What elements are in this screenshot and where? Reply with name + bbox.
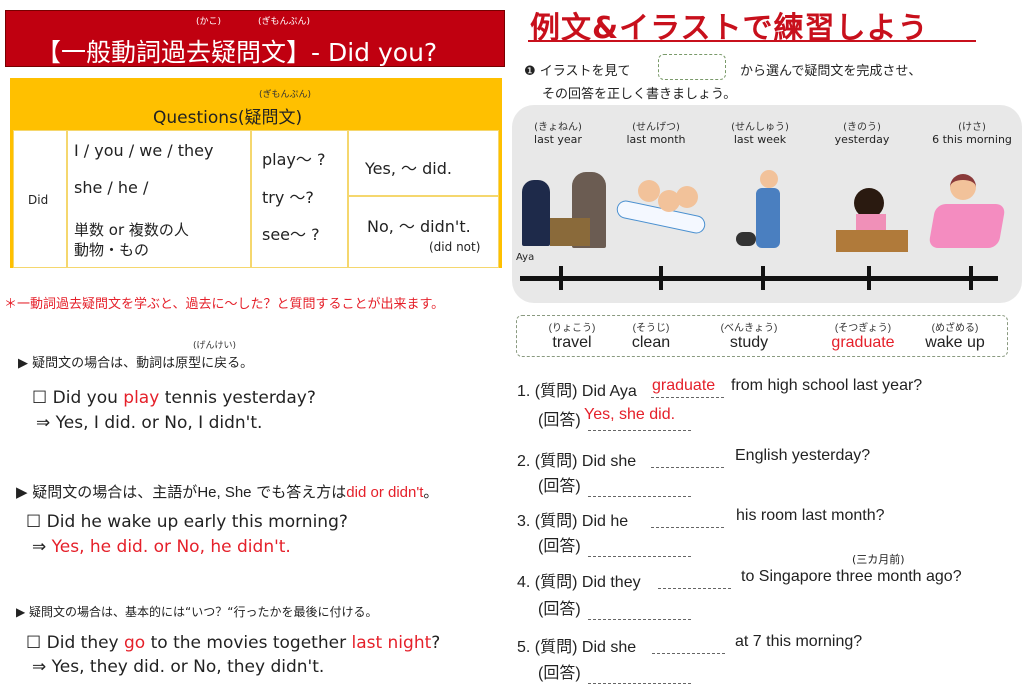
example-question-1: ☐ Did you play tennis yesterday? <box>32 388 316 408</box>
filled-answer: graduate <box>652 377 716 394</box>
example-answer-2: ⇒ Yes, he did. or No, he didn't. <box>32 537 291 557</box>
furigana: (ぎもんぷん) <box>258 17 311 27</box>
cleaning-illustration <box>736 170 796 254</box>
question-5: 5. (質問) Did she <box>517 639 637 656</box>
no-answer: No, ～ didn't. <box>367 217 471 236</box>
answer-blank[interactable] <box>588 556 691 557</box>
study-illustration <box>832 184 910 254</box>
instruction: ❶ イラストを見て <box>524 64 631 79</box>
subject: 単数 or 複数の人 <box>74 221 189 239</box>
title-banner: (かこ) (ぎもんぷん) 【一般動詞過去疑問文】- Did you? <box>5 10 505 67</box>
timeline-tick <box>867 266 871 290</box>
answer-label: (回答) <box>538 478 581 495</box>
timeline-label: (きのう) yesterday <box>834 122 890 146</box>
travel-illustration <box>615 170 708 246</box>
timeline-tick <box>559 266 563 290</box>
word-option: (りょこう) travel <box>548 323 596 351</box>
no-full: (did not) <box>429 240 481 254</box>
question-text: his room last month? <box>736 507 885 524</box>
rule-3: ▶ 疑問文の場合は、基本的には“いつ？“行ったかを最後に付ける。 <box>16 605 378 619</box>
example-question-3: ☐ Did they go to the movies together las… <box>26 633 441 653</box>
timeline-label: (せんげつ) last month <box>626 122 686 146</box>
answer-label: (回答) <box>538 538 581 555</box>
verb: see～ ? <box>262 225 320 244</box>
question-text: at 7 this morning? <box>735 633 863 650</box>
rule-1: ▶ 疑問文の場合は、動詞は原型に戻る。 <box>18 356 254 371</box>
instruction: その回答を正しく書きましょう。 <box>542 87 737 102</box>
question-text: to Singapore three month ago? <box>741 568 962 585</box>
word-option: (めざめる) wake up <box>925 323 985 351</box>
subject: she / he / <box>74 178 149 197</box>
question-text: from high school last year? <box>731 377 923 394</box>
answer-label: (回答) <box>538 412 581 429</box>
example-question-2: ☐ Did he wake up early this morning? <box>26 512 348 532</box>
answer-text: Yes, she did. <box>584 406 676 423</box>
page-title: 【一般動詞過去疑問文】- Did you? <box>36 38 438 67</box>
timeline-tick <box>659 266 663 290</box>
subject: I / you / we / they <box>74 141 214 160</box>
question-2: 2. (質問) Did she <box>517 453 637 470</box>
question-blank[interactable] <box>658 588 731 589</box>
question-4: 4. (質問) Did they <box>517 574 641 591</box>
answer-label: (回答) <box>538 665 581 682</box>
example-answer-1: ⇒ Yes, I did. or No, I didn't. <box>36 413 263 433</box>
answer-label: (回答) <box>538 601 581 618</box>
instruction: から選んで疑問文を完成させ、 <box>740 64 922 79</box>
note: (三カ月前) <box>852 553 905 566</box>
question-text: English yesterday? <box>735 447 871 464</box>
table-header: Questions(疑問文) <box>153 108 303 128</box>
timeline-tick <box>761 266 765 290</box>
word-box-reference <box>658 54 726 80</box>
questions-table: (ぎもんぷん) Questions(疑問文) Did I / you / we … <box>10 78 502 268</box>
timeline-tick <box>969 266 973 290</box>
question-1: 1. (質問) Did Aya <box>517 383 637 400</box>
note: ＊一動詞過去疑問文を学ぶと、過去に～した？と質問することが出来ます。 <box>4 297 445 312</box>
timeline-label: (せんしゅう) last week <box>731 122 789 146</box>
example-answer-3: ⇒ Yes, they did. or No, they didn't. <box>32 657 325 677</box>
verb: play～ ? <box>262 150 326 169</box>
verb: try ～? <box>262 188 314 207</box>
answer-blank[interactable] <box>588 496 691 497</box>
timeline-label: (きょねん) last year <box>534 122 582 146</box>
answer-blank[interactable] <box>588 683 691 684</box>
furigana: (げんけい) <box>193 341 237 351</box>
subject: 動物・もの <box>74 241 150 259</box>
yes-answer: Yes, ～ did. <box>365 159 452 178</box>
answer-blank[interactable] <box>588 430 691 431</box>
graduation-illustration <box>520 172 612 248</box>
question-3: 3. (質問) Did he <box>517 513 629 530</box>
word-option: (そうじ) clean <box>631 323 671 351</box>
word-option: (べんきょう) study <box>720 323 778 351</box>
furigana: (かこ) <box>196 17 222 27</box>
timeline-label: (けさ) 6 this morning <box>932 122 1012 146</box>
question-blank[interactable] <box>651 397 724 398</box>
timeline-line <box>520 276 998 281</box>
wake-up-illustration <box>928 172 1006 252</box>
title-underline <box>528 40 976 42</box>
question-blank[interactable] <box>652 653 725 654</box>
furigana: (ぎもんぷん) <box>259 90 312 100</box>
question-blank[interactable] <box>651 467 724 468</box>
rule-2: ▶ 疑問文の場合は、主語がHe, She でも答え方はdid or didn't… <box>16 483 439 501</box>
did-label: Did <box>28 193 49 207</box>
question-blank[interactable] <box>651 527 724 528</box>
word-option: (そつぎょう) graduate <box>831 323 895 351</box>
answer-blank[interactable] <box>588 619 691 620</box>
person-name: Aya <box>516 252 535 263</box>
